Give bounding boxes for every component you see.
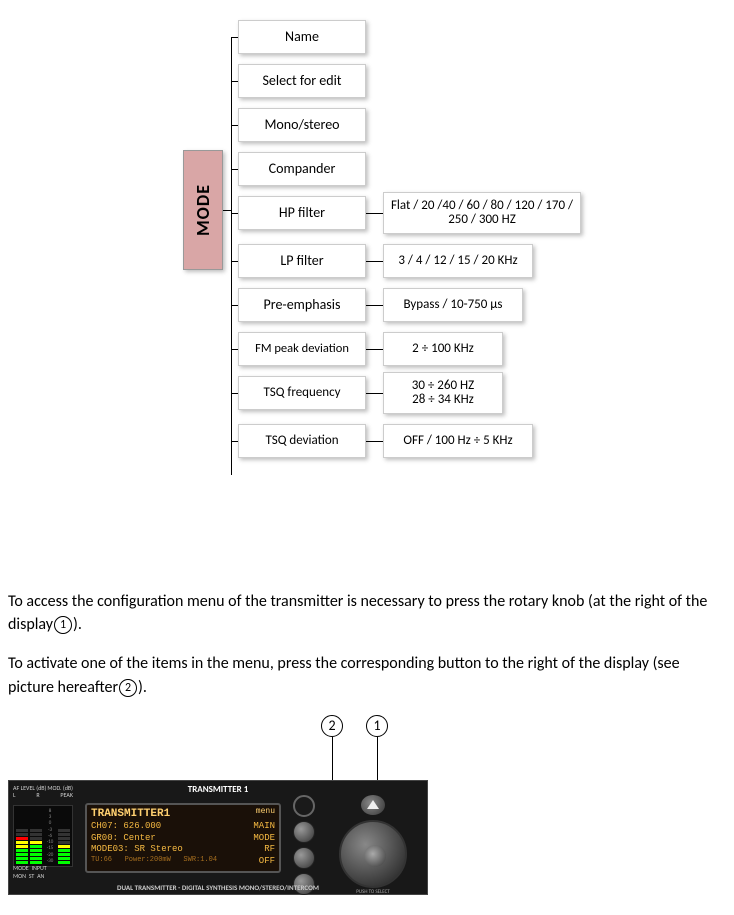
menu-item-mono-stereo: Mono/stereo <box>238 108 366 142</box>
menu-item-compander: Compander <box>238 152 366 186</box>
body-text: To access the configuration menu of the … <box>8 590 726 699</box>
menu-item-pre-emphasis: Pre-emphasis <box>238 288 366 322</box>
transmitter-device: TRANSMITTER 1 AF LEVEL (dB)MOD. (dB) LRP… <box>8 780 428 895</box>
menu-item-name: Name <box>238 20 366 54</box>
lcd-display: TRANSMITTER1menu CH07: 626.000MAIN GR00:… <box>85 803 281 873</box>
mode-root-label: MODE <box>192 184 214 236</box>
mode-diagram: MODE Name Select for edit Mono/stereo Co… <box>183 20 603 500</box>
bottom-left-labels: MODE INPUT MON ST AN <box>13 865 47 879</box>
callout-two: 2 <box>321 715 343 737</box>
mode-root-box: MODE <box>183 150 223 270</box>
menu-item-tsq-frequency: TSQ frequency <box>238 376 366 410</box>
value-lp-filter: 3 / 4 / 12 / 15 / 20 KHz <box>383 244 533 278</box>
value-tsq-deviation: OFF / 100 Hz ÷ 5 KHz <box>383 424 533 458</box>
menu-button-2[interactable] <box>293 847 315 869</box>
callout-one: 1 <box>366 715 388 737</box>
menu-buttons-column <box>293 795 315 895</box>
menu-item-select-for-edit: Select for edit <box>238 64 366 98</box>
menu-item-fm-peak-deviation: FM peak deviation <box>238 332 366 366</box>
up-triangle-button[interactable] <box>361 795 385 815</box>
paragraph-2: To activate one of the items in the menu… <box>8 652 726 698</box>
circled-two-inline: 2 <box>119 679 137 697</box>
menu-item-tsq-deviation: TSQ deviation <box>238 424 366 458</box>
knob-area: PUSH TO SELECT <box>325 795 421 885</box>
level-meters: 8 3 0 -3 -6 -10 -15 -20 -30 <box>13 805 73 867</box>
value-fm-peak-deviation: 2 ÷ 100 KHz <box>383 332 503 366</box>
menu-button-1[interactable] <box>293 821 315 843</box>
device-figure: 2 1 TRANSMITTER 1 AF LEVEL (dB)MOD. (dB)… <box>8 715 726 905</box>
value-pre-emphasis: Bypass / 10-750 µs <box>383 288 523 322</box>
device-footer: DUAL TRANSMITTER - DIGITAL SYNTHESIS MON… <box>9 883 427 892</box>
value-hp-filter: Flat / 20 /40 / 60 / 80 / 120 / 170 / 25… <box>383 192 581 234</box>
menu-button-top-hollow[interactable] <box>293 795 315 817</box>
paragraph-1: To access the configuration menu of the … <box>8 590 726 636</box>
menu-item-hp-filter: HP filter <box>238 196 366 230</box>
meter-header: AF LEVEL (dB)MOD. (dB) LRPEAK <box>13 785 73 799</box>
menu-item-lp-filter: LP filter <box>238 244 366 278</box>
rotary-knob[interactable] <box>339 820 407 888</box>
value-tsq-frequency: 30 ÷ 260 HZ 28 ÷ 34 KHz <box>383 372 503 414</box>
circled-one-inline: 1 <box>54 616 72 634</box>
